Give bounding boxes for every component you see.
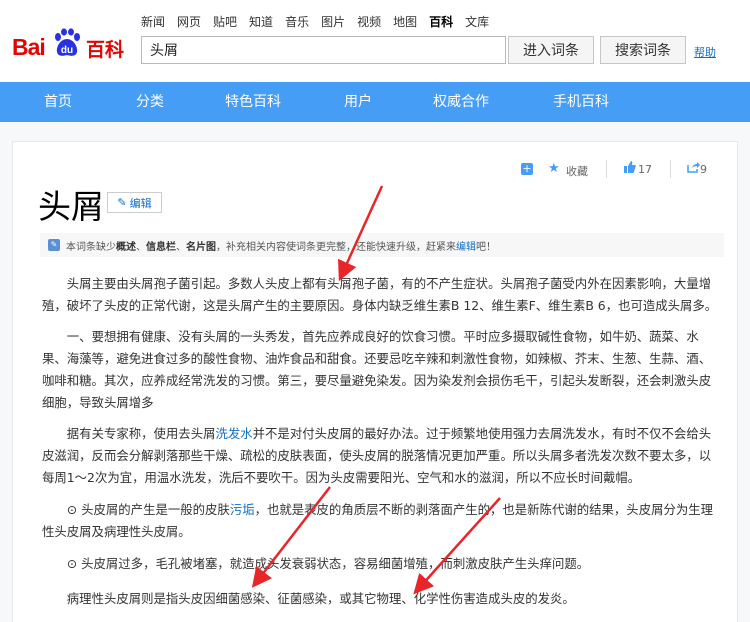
notice-post: 吧！: [476, 241, 496, 253]
nav-link-tieba[interactable]: 贴吧: [213, 13, 237, 30]
nav-link-zhidao[interactable]: 知道: [249, 13, 273, 30]
header: Bai du 百科 新闻 网页 贴吧 知道 音乐 图片 视频 地图 百科 文库 …: [0, 0, 750, 82]
like-count: 17: [638, 163, 652, 176]
star-icon[interactable]: ★: [548, 161, 560, 176]
notice-item-overview[interactable]: 概述: [116, 238, 136, 253]
notice-pre: 本词条缺少: [66, 241, 116, 253]
notice-item-card-image[interactable]: 名片图: [186, 238, 216, 253]
shampoo-link[interactable]: 洗发水: [215, 426, 252, 441]
main-nav-bar: 首页 分类 特色百科 用户 权威合作 手机百科: [0, 82, 750, 122]
logo-text-baike: 百科: [86, 39, 125, 61]
favorite-label[interactable]: 收藏: [566, 163, 588, 179]
tool-divider: [606, 160, 607, 178]
page-title: 头屑: [38, 187, 104, 226]
logo-text-bai: Bai: [12, 34, 46, 60]
nav-link-web[interactable]: 网页: [177, 13, 201, 30]
edit-notice-icon: ✎: [48, 239, 60, 251]
main-nav-home[interactable]: 首页: [44, 82, 72, 122]
article-paragraph-4: ⊙ 头皮屑的产生是一般的皮肤污垢，也就是表皮的角质层不断的剥落面产生的，也是新陈…: [42, 502, 714, 539]
help-link[interactable]: 帮助: [694, 44, 716, 60]
enter-entry-button[interactable]: 进入词条: [508, 36, 594, 64]
logo-text-du: du: [61, 45, 73, 56]
main-nav-mobile[interactable]: 手机百科: [553, 82, 609, 122]
tool-divider: [670, 160, 671, 178]
article-paragraph-6: 病理性头皮屑则是指头皮因细菌感染、征菌感染，或其它物理、化学性伤害造成头皮的发炎…: [66, 591, 575, 606]
edit-button-label: 编辑: [129, 196, 152, 210]
notice-edit-link[interactable]: 编辑: [456, 238, 476, 253]
search-box: [141, 36, 506, 64]
article-paragraph-3: 据有关专家称，使用去头屑洗发水并不是对付头皮屑的最好办法。过于频繁地使用强力去屑…: [42, 426, 712, 485]
dirt-link[interactable]: 污垢: [230, 502, 255, 517]
main-nav-user[interactable]: 用户: [344, 82, 372, 122]
nav-link-map[interactable]: 地图: [393, 13, 417, 30]
nav-link-wenku[interactable]: 文库: [465, 13, 489, 30]
baidu-baike-logo[interactable]: Bai du 百科: [12, 22, 132, 66]
search-entry-button[interactable]: 搜索词条: [600, 36, 686, 64]
nav-link-news[interactable]: 新闻: [141, 13, 165, 30]
notice-mid: ，补充相关内容使词条更完整，还能快速升级，赶紧来: [216, 241, 456, 253]
notice-item-infobox[interactable]: 信息栏: [146, 238, 176, 253]
paw-icon: du: [55, 28, 80, 56]
nav-link-video[interactable]: 视频: [357, 13, 381, 30]
main-nav-category[interactable]: 分类: [136, 82, 164, 122]
article-paragraph-1: 头屑主要由头屑孢子菌引起。多数人头皮上都有头屑孢子菌，有的不产生症状。头屑孢子菌…: [42, 276, 718, 313]
nav-link-baike[interactable]: 百科: [429, 13, 453, 30]
main-nav-featured[interactable]: 特色百科: [225, 82, 281, 122]
article-paragraph-2: 一、要想拥有健康、没有头屑的一头秀发，首先应养成良好的饮食习惯。平时应多摄取碱性…: [42, 329, 712, 410]
thumbs-up-icon[interactable]: [624, 161, 636, 176]
search-input[interactable]: [142, 37, 505, 63]
share-icon[interactable]: [687, 161, 700, 176]
main-nav-authority[interactable]: 权威合作: [433, 82, 489, 122]
edit-button[interactable]: ✎ 编辑: [107, 192, 162, 213]
nav-link-images[interactable]: 图片: [321, 13, 345, 30]
pencil-icon: ✎: [117, 196, 127, 209]
share-count: 9: [700, 163, 707, 176]
plus-icon[interactable]: +: [521, 163, 533, 175]
nav-link-music[interactable]: 音乐: [285, 13, 309, 30]
missing-info-notice: ✎ 本词条缺少 概述、信息栏、名片图 ，补充相关内容使词条更完整，还能快速升级，…: [40, 233, 724, 257]
article-paragraph-5: ⊙ 头皮屑过多，毛孔被堵塞，就造成头发衰弱状态，容易细菌增殖，而刺激皮肤产生头痒…: [66, 556, 590, 571]
top-nav-links: 新闻 网页 贴吧 知道 音乐 图片 视频 地图 百科 文库: [141, 13, 501, 30]
